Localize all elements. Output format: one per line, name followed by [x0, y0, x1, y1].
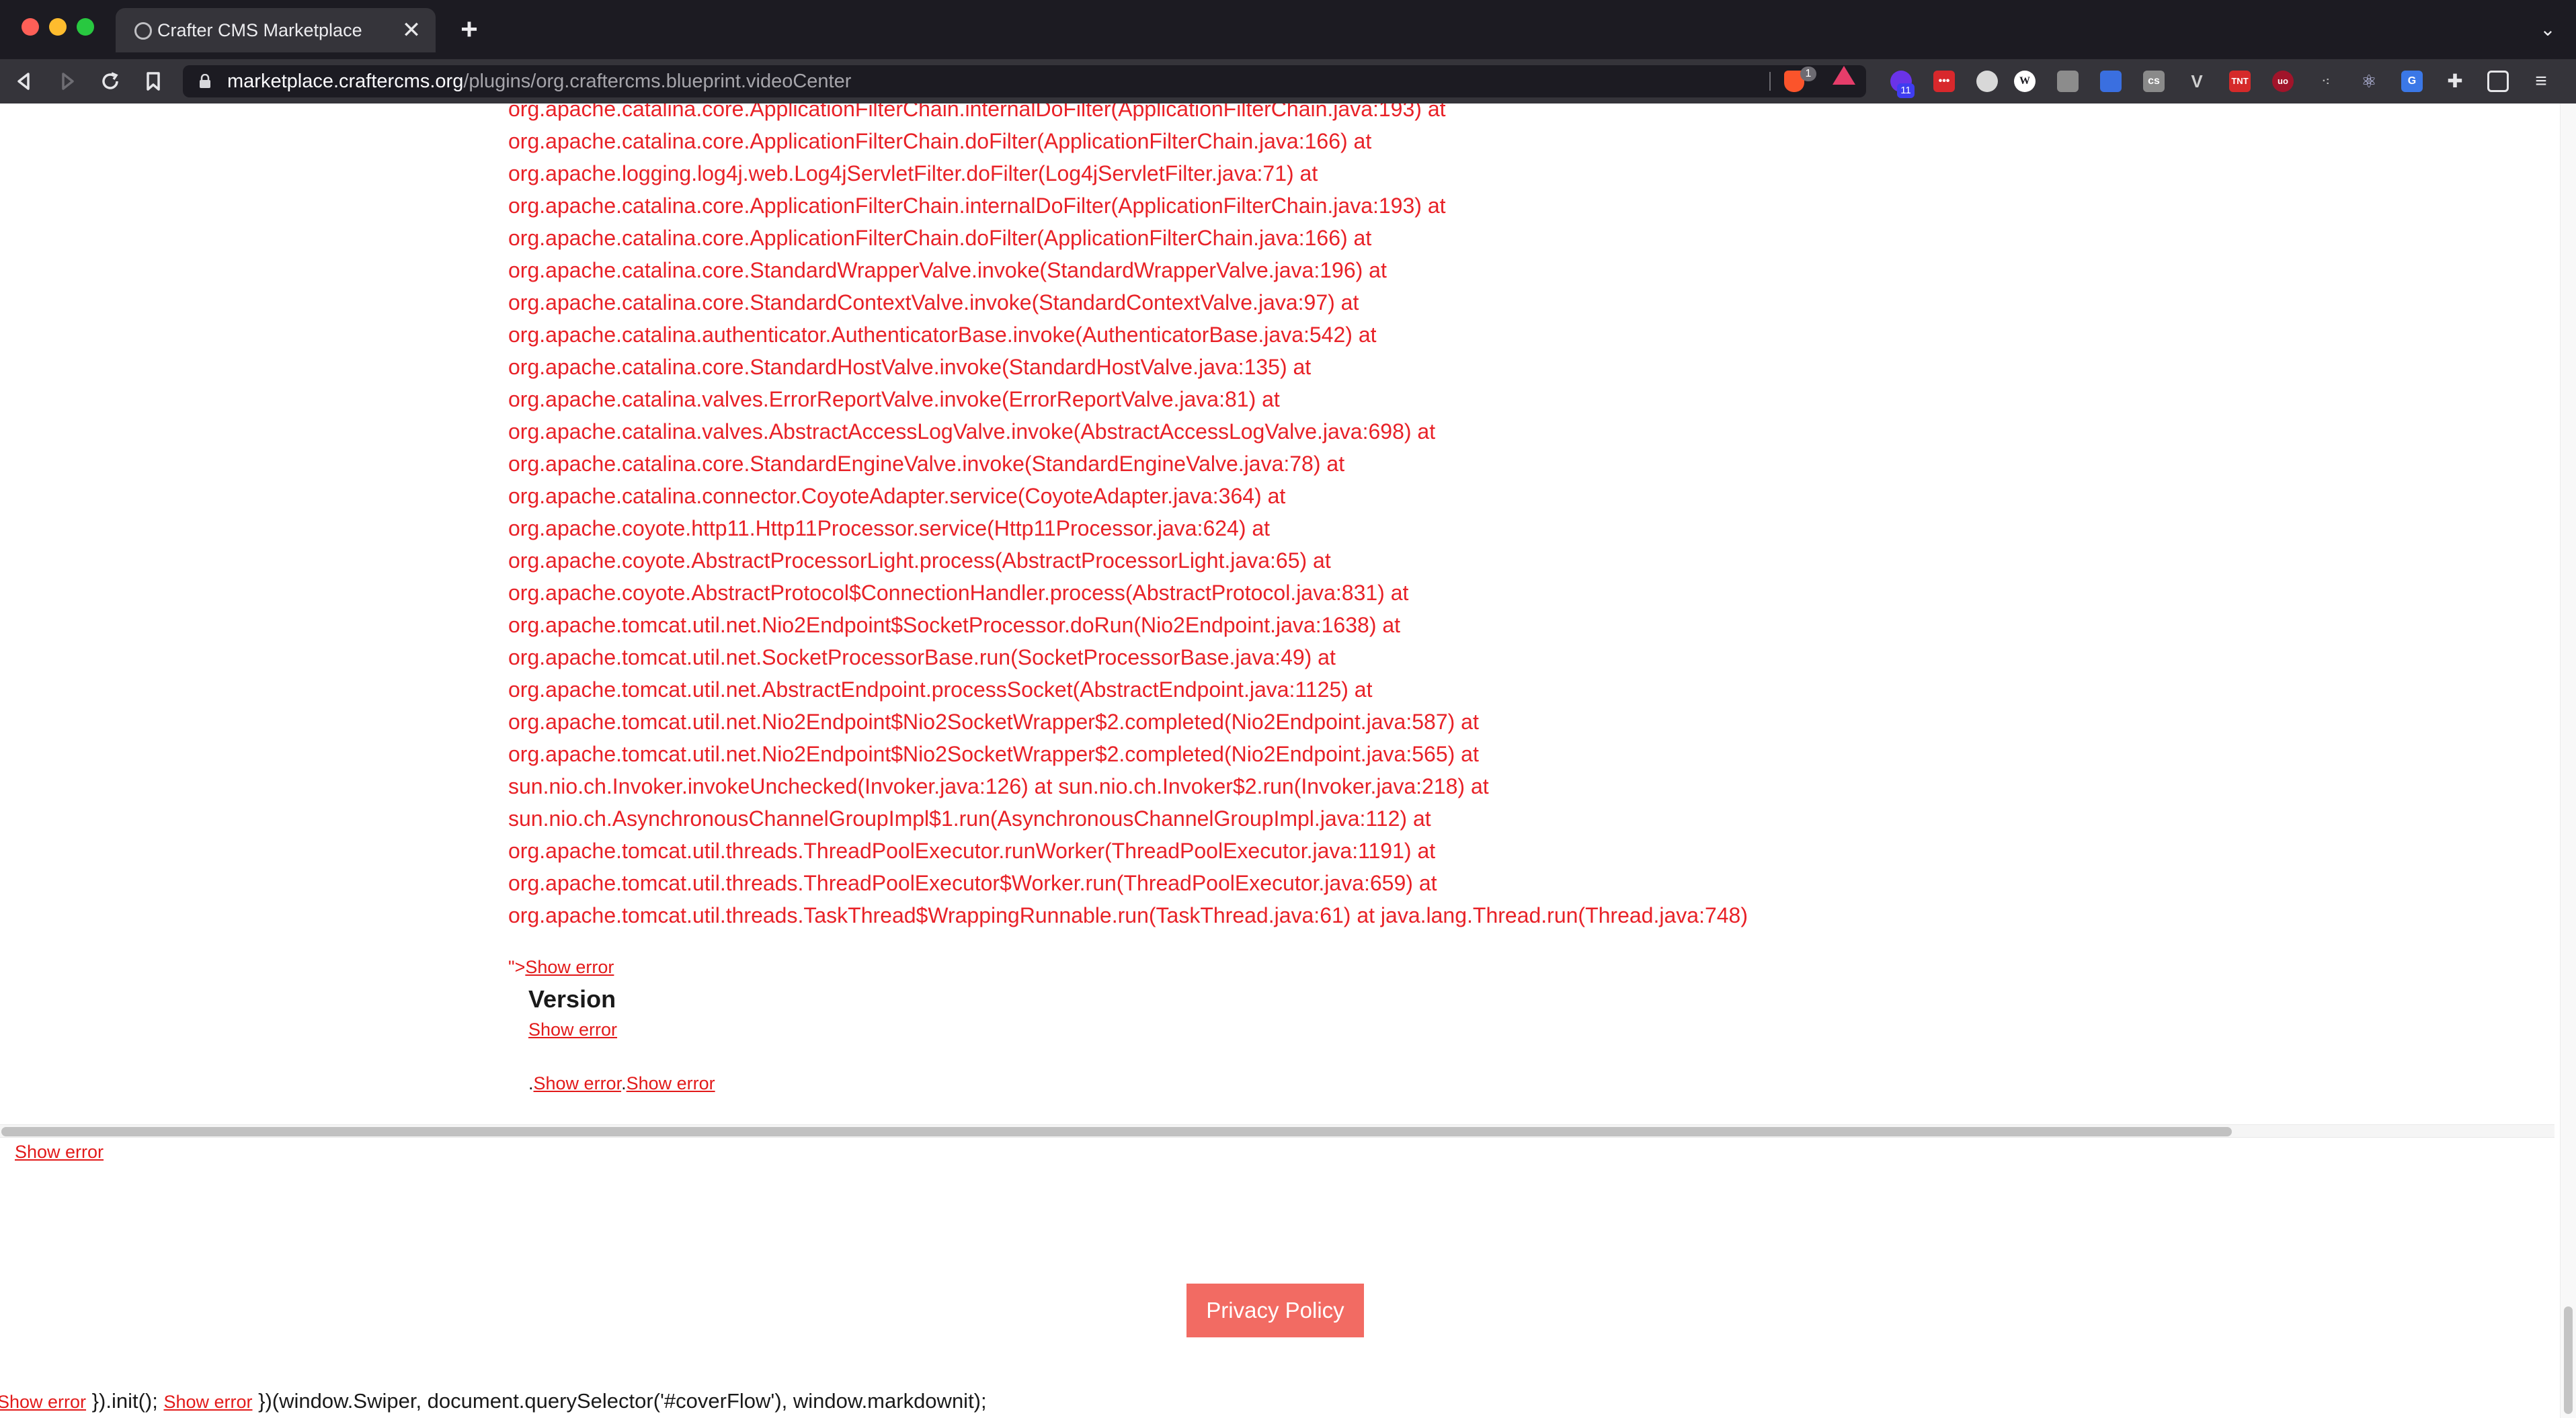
vertical-scrollbar-thumb[interactable]: [2564, 1306, 2573, 1414]
shields-count-badge: 1: [1800, 67, 1816, 81]
script-fragment-text: })(window.Swiper, document.querySelector…: [252, 1389, 987, 1413]
camera-icon[interactable]: [2100, 71, 2122, 92]
stack-trace-line: org.apache.tomcat.util.net.Nio2Endpoint$…: [508, 742, 1479, 766]
url-text[interactable]: marketplace.craftercms.org/plugins/org.c…: [227, 65, 851, 97]
bookmark-button[interactable]: [140, 68, 167, 95]
stack-trace-line: org.apache.catalina.core.ApplicationFilt…: [508, 226, 1372, 250]
show-error-link[interactable]: Show error: [627, 1073, 715, 1093]
stack-trace-line: org.apache.catalina.valves.AbstractAcces…: [508, 419, 1436, 444]
close-icon[interactable]: ✕: [398, 17, 425, 44]
globe-icon: [134, 22, 152, 40]
version-value-row: .Show error.Show error: [528, 1073, 715, 1094]
show-error-link[interactable]: Show error: [15, 1142, 104, 1162]
window-zoom-button[interactable]: [77, 18, 94, 36]
browser-toolbar: marketplace.craftercms.org/plugins/org.c…: [0, 59, 2576, 103]
stack-trace-line: org.apache.catalina.authenticator.Authen…: [508, 323, 1377, 347]
window-close-button[interactable]: [22, 18, 39, 36]
extensions-row: ••• W cs V TNT uo ·: ⚛ G ✚ ≡: [1882, 59, 2576, 103]
stack-trace-line: org.apache.catalina.core.StandardHostVal…: [508, 355, 1312, 379]
extension-cs-icon[interactable]: cs: [2143, 71, 2165, 92]
show-error-link[interactable]: Show error: [0, 1392, 86, 1412]
chevron-right-icon: [62, 73, 74, 90]
horizontal-scrollbar-thumb[interactable]: [1, 1127, 2232, 1136]
window-minimize-button[interactable]: [49, 18, 67, 36]
extension-reader-icon[interactable]: [2057, 71, 2079, 92]
horizontal-scrollbar[interactable]: [0, 1124, 2554, 1138]
version-heading: Version: [528, 985, 616, 1013]
stack-trace-line: org.apache.tomcat.util.net.Nio2Endpoint$…: [508, 710, 1479, 734]
extension-tnt-icon[interactable]: TNT: [2229, 71, 2251, 92]
back-button[interactable]: [11, 68, 38, 95]
chevron-down-icon[interactable]: ⌄: [2534, 16, 2561, 43]
stack-trace-line: org.apache.tomcat.util.threads.TaskThrea…: [508, 903, 1748, 927]
dot-text: .: [621, 1073, 627, 1093]
chevron-left-icon: [17, 73, 30, 90]
stack-trace-line: org.apache.catalina.connector.CoyoteAdap…: [508, 484, 1286, 508]
url-host: marketplace.craftercms.org: [227, 71, 464, 92]
reload-button[interactable]: [97, 68, 124, 95]
vertical-scrollbar[interactable]: [2560, 103, 2576, 1418]
extension-vue-icon[interactable]: V: [2186, 71, 2208, 92]
show-error-link[interactable]: Show error: [525, 957, 614, 977]
stack-trace-line: org.apache.catalina.core.ApplicationFilt…: [508, 103, 1446, 121]
stack-trace-line: org.apache.catalina.valves.ErrorReportVa…: [508, 387, 1280, 411]
footer-error-row: Show error: [15, 1142, 104, 1163]
reload-icon: [102, 72, 118, 89]
stack-trace-line: org.apache.catalina.core.StandardEngineV…: [508, 452, 1345, 476]
version-error-row: Show error: [528, 1019, 617, 1040]
extension-react-icon[interactable]: ⚛: [2358, 71, 2380, 92]
url-divider: [1769, 72, 1771, 91]
stack-trace-line: org.apache.catalina.core.StandardWrapper…: [508, 258, 1387, 282]
tab-title: Crafter CMS Marketplace: [157, 20, 362, 40]
extension-wikipedia-icon[interactable]: W: [2014, 71, 2036, 92]
address-bar[interactable]: marketplace.craftercms.org/plugins/org.c…: [183, 65, 1866, 97]
stack-trace-line: org.apache.catalina.core.ApplicationFilt…: [508, 194, 1446, 218]
stack-trace-line: org.apache.tomcat.util.threads.ThreadPoo…: [508, 871, 1437, 895]
puzzle-icon[interactable]: ✚: [2444, 71, 2466, 92]
stack-trace-line: org.apache.tomcat.util.net.AbstractEndpo…: [508, 677, 1373, 702]
stack-trace: org.apache.catalina.core.ApplicationFilt…: [508, 103, 2458, 931]
extension-dots-icon[interactable]: ·:: [2315, 71, 2337, 92]
browser-tab-active[interactable]: Crafter CMS Marketplace ✕: [116, 8, 436, 52]
quote-error-row: ">Show error: [508, 957, 614, 978]
script-fragment-text: }).init();: [86, 1389, 164, 1413]
menu-icon[interactable]: ≡: [2530, 71, 2552, 92]
stack-trace-line: org.apache.catalina.core.StandardContext…: [508, 290, 1359, 315]
url-path: /plugins/org.craftercms.blueprint.videoC…: [463, 71, 852, 92]
show-error-link[interactable]: Show error: [163, 1392, 252, 1412]
wallet-icon[interactable]: [2487, 71, 2509, 92]
forward-button[interactable]: [54, 68, 81, 95]
stack-trace-line: sun.nio.ch.AsynchronousChannelGroupImpl$…: [508, 806, 1431, 831]
extension-ublock-icon[interactable]: uo: [2272, 71, 2294, 92]
new-tab-button[interactable]: +: [454, 15, 484, 44]
browser-tab-bar: Crafter CMS Marketplace ✕ + ⌄: [0, 0, 2576, 59]
extension-translate-icon[interactable]: G: [2401, 71, 2423, 92]
stack-trace-line: org.apache.coyote.http11.Http11Processor…: [508, 516, 1271, 540]
script-fragment-row: Show error }).init(); Show error })(wind…: [0, 1389, 987, 1413]
show-error-link[interactable]: Show error: [528, 1019, 617, 1040]
extension-count-badge: 11: [1897, 83, 1915, 98]
show-error-link[interactable]: Show error: [534, 1073, 622, 1093]
stack-trace-line: org.apache.coyote.AbstractProtocol$Conne…: [508, 581, 1409, 605]
stack-trace-line: sun.nio.ch.Invoker.invokeUnchecked(Invok…: [508, 774, 1489, 798]
bookmark-icon: [147, 72, 160, 91]
extension-lastpass-icon[interactable]: •••: [1933, 71, 1955, 92]
brave-rewards-icon[interactable]: [1833, 66, 1855, 85]
dot-text: .: [528, 1073, 534, 1093]
stack-trace-line: org.apache.logging.log4j.web.Log4jServle…: [508, 161, 1318, 185]
lock-icon: [200, 74, 210, 88]
privacy-policy-button[interactable]: Privacy Policy: [1186, 1284, 1364, 1337]
extension-browser-icon[interactable]: [1976, 71, 1998, 92]
stack-trace-line: org.apache.tomcat.util.threads.ThreadPoo…: [508, 839, 1436, 863]
stack-trace-line: org.apache.tomcat.util.net.SocketProcess…: [508, 645, 1336, 669]
stack-trace-line: org.apache.tomcat.util.net.Nio2Endpoint$…: [508, 613, 1401, 637]
stray-quote-text: ">: [508, 957, 526, 977]
stack-trace-line: org.apache.catalina.core.ApplicationFilt…: [508, 129, 1372, 153]
page-content: org.apache.catalina.core.ApplicationFilt…: [0, 103, 2576, 1418]
stack-trace-line: org.apache.coyote.AbstractProcessorLight…: [508, 548, 1331, 573]
